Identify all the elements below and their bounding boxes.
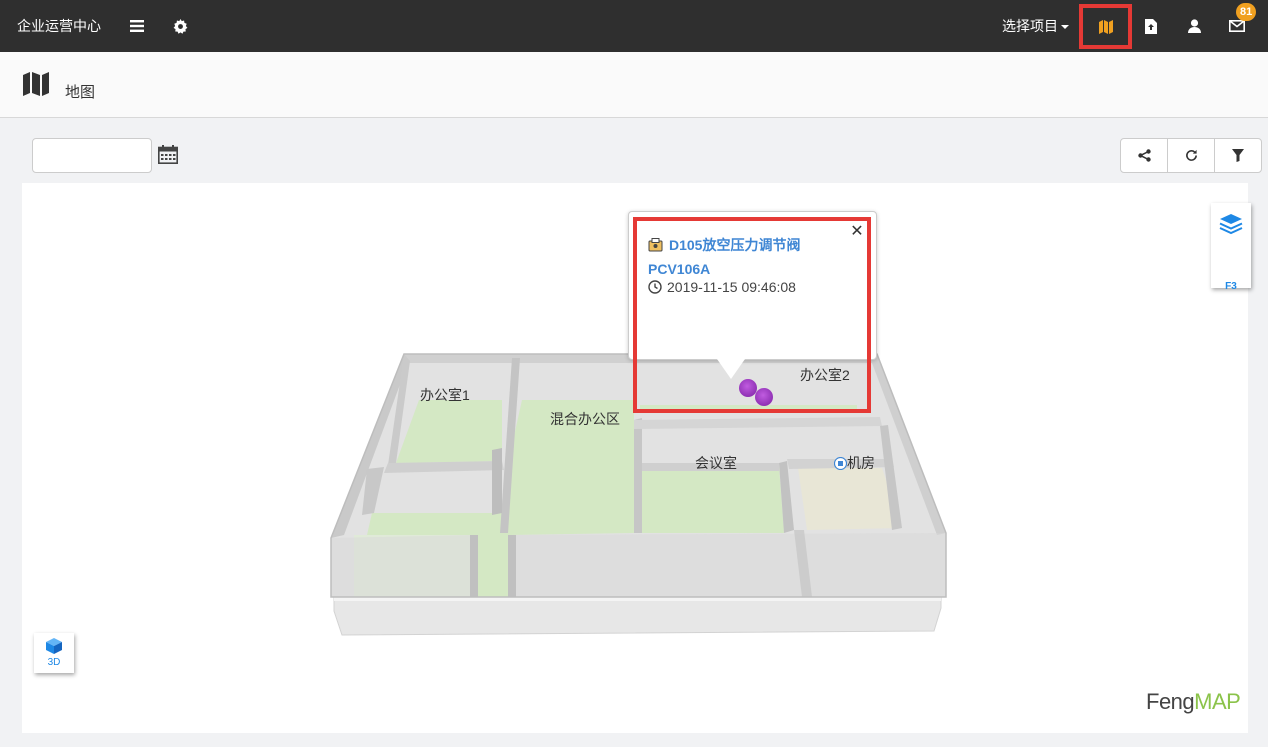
room-label-office2: 办公室2 bbox=[800, 367, 850, 383]
refresh-button[interactable] bbox=[1168, 139, 1215, 172]
calendar-icon[interactable] bbox=[158, 145, 178, 169]
room-label-meeting-room: 会议室 bbox=[695, 455, 737, 471]
brand-title[interactable]: 企业运营中心 bbox=[17, 16, 101, 36]
view-mode-toggle-button[interactable]: 3D bbox=[34, 633, 74, 673]
project-select-label: 选择项目 bbox=[1002, 18, 1058, 34]
machine-room-text: 机房 bbox=[847, 455, 875, 471]
file-upload-icon[interactable] bbox=[1139, 14, 1163, 38]
gear-icon[interactable] bbox=[168, 14, 192, 38]
room-label-office1: 办公室1 bbox=[420, 387, 470, 403]
share-button[interactable] bbox=[1121, 139, 1168, 172]
map-action-button-group bbox=[1120, 138, 1262, 173]
device-icon bbox=[648, 236, 663, 258]
message-count-badge: 81 bbox=[1236, 3, 1257, 21]
floor-layer-panel: F3 bbox=[1211, 203, 1251, 292]
layers-icon[interactable] bbox=[1219, 213, 1243, 240]
map-nav-button[interactable] bbox=[1079, 4, 1132, 49]
page-title: 地图 bbox=[65, 84, 96, 101]
caret-down-icon bbox=[1061, 25, 1069, 29]
popup-timestamp: 2019-11-15 09:46:08 bbox=[648, 279, 796, 297]
date-input[interactable] bbox=[32, 138, 152, 173]
user-icon[interactable] bbox=[1182, 14, 1206, 38]
device-info-popup: ✕ D105放空压力调节阀PCV106A 2019-11-15 09:46:08 bbox=[628, 211, 877, 360]
machine-room-icon bbox=[833, 456, 848, 471]
device-marker[interactable] bbox=[755, 388, 773, 406]
fengmap-logo: FengMAP bbox=[1146, 689, 1241, 715]
project-select-dropdown[interactable]: 选择项目 bbox=[1002, 16, 1069, 36]
map-icon bbox=[1098, 19, 1113, 34]
view-mode-label: 3D bbox=[47, 657, 61, 668]
share-icon bbox=[1137, 149, 1151, 162]
filter-icon bbox=[1232, 149, 1244, 162]
logo-text-feng: Feng bbox=[1146, 689, 1195, 714]
logo-text-map: MAP bbox=[1194, 689, 1241, 714]
room-label-machine-room: 机房 bbox=[833, 453, 875, 473]
popup-timestamp-text: 2019-11-15 09:46:08 bbox=[667, 279, 796, 295]
clock-icon bbox=[648, 280, 662, 297]
hamburger-icon[interactable] bbox=[125, 14, 149, 38]
popup-title[interactable]: D105放空压力调节阀PCV106A bbox=[648, 234, 853, 280]
top-navbar: 企业运营中心 选择项目 81 bbox=[0, 0, 1268, 52]
map-icon bbox=[23, 72, 49, 101]
popup-title-text: D105放空压力调节阀PCV106A bbox=[648, 237, 801, 277]
popup-pointer bbox=[717, 359, 745, 379]
page-header: 地图 bbox=[0, 52, 1268, 118]
refresh-icon bbox=[1185, 149, 1197, 161]
room-label-mixed-office: 混合办公区 bbox=[550, 411, 620, 427]
floor-selector-f3[interactable]: F3 bbox=[1211, 281, 1251, 292]
filter-button[interactable] bbox=[1215, 139, 1261, 172]
